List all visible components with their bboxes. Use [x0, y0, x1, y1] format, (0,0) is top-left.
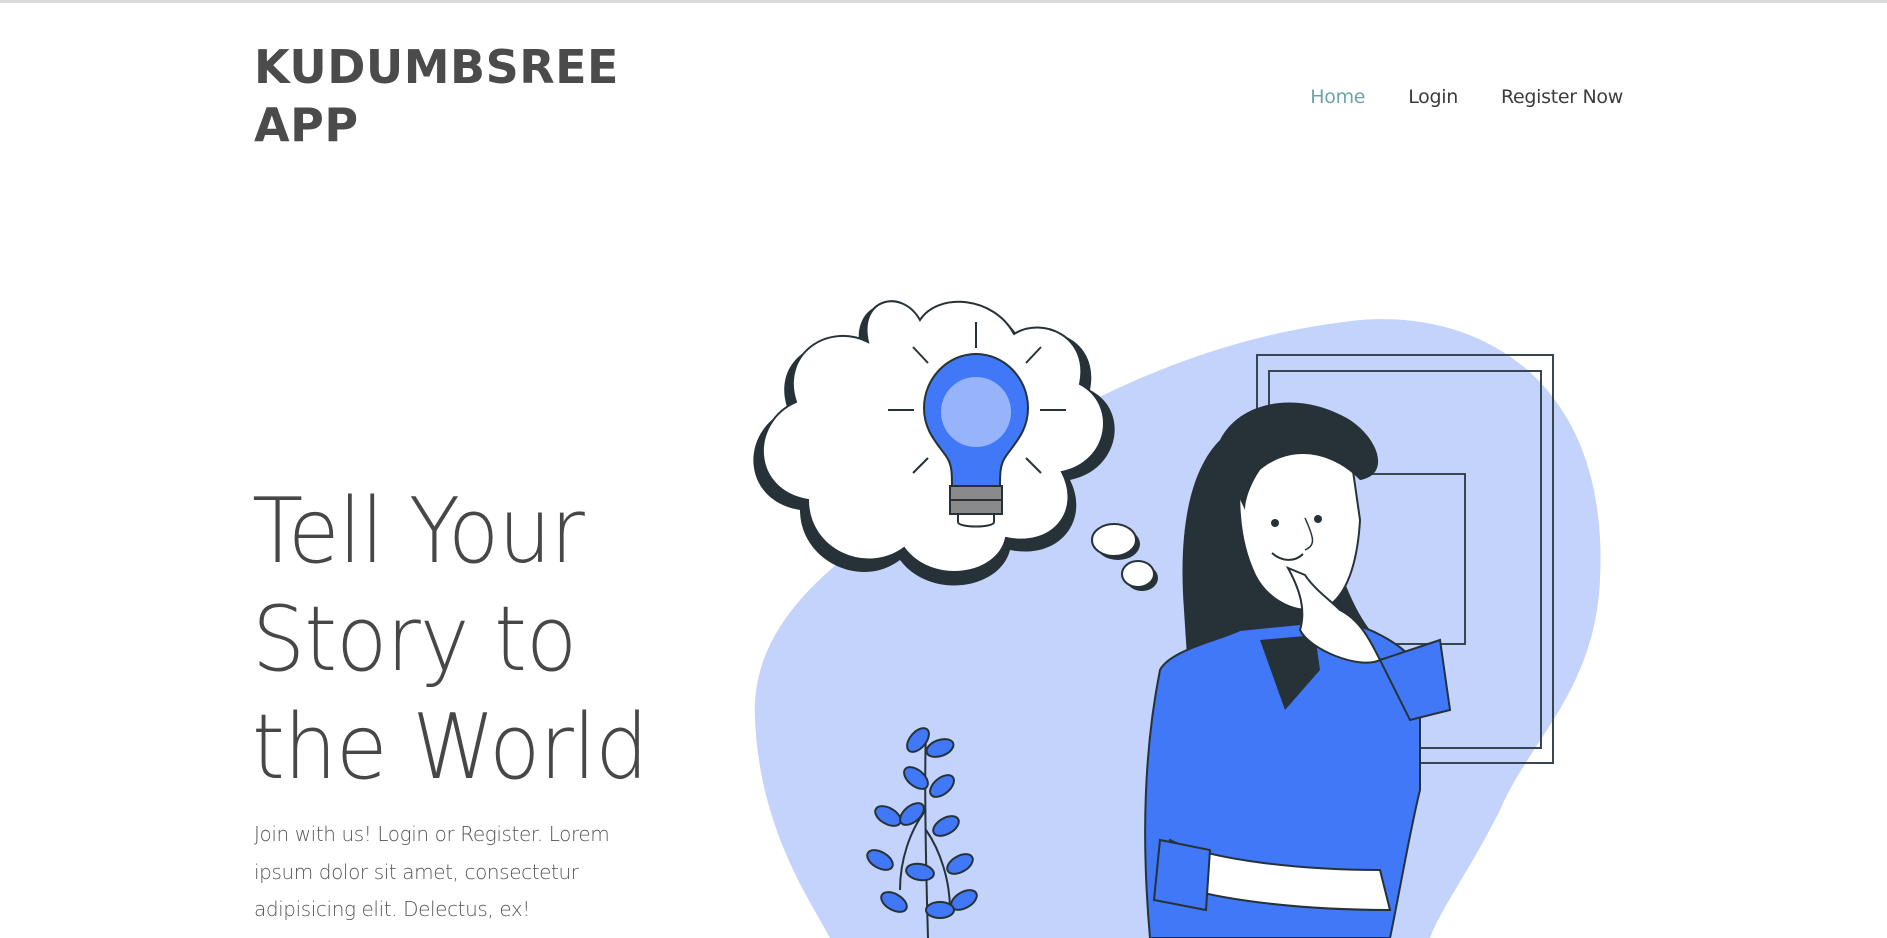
hero-title: Tell Your Story to the World — [252, 479, 648, 800]
nav-login-link[interactable]: Login — [1408, 86, 1458, 108]
hero-description: Join with us! Login or Register. Lorem i… — [254, 822, 610, 921]
top-border — [0, 0, 1887, 3]
hero-illustration — [753, 300, 1601, 938]
main-nav: Home Login Register Now — [1310, 86, 1623, 108]
nav-home-link[interactable]: Home — [1310, 86, 1365, 108]
site-logo[interactable]: KUDUMBSREE APP — [254, 38, 674, 154]
nav-register-link[interactable]: Register Now — [1501, 86, 1623, 108]
